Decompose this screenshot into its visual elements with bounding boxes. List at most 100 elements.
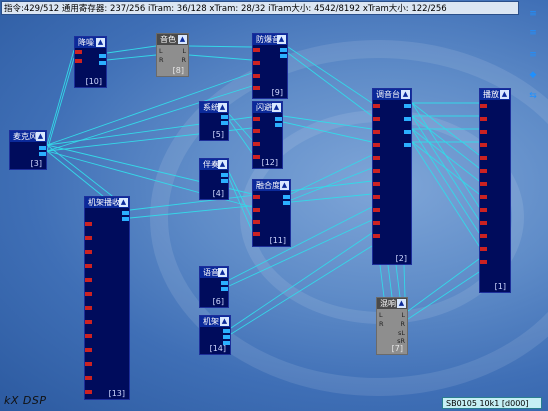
input-pin[interactable] (85, 362, 92, 366)
collapse-arrow-icon[interactable]: ▲ (500, 90, 509, 99)
input-pin[interactable] (480, 130, 487, 134)
input-pin[interactable] (373, 169, 380, 173)
input-pin[interactable] (373, 156, 380, 160)
input-pin[interactable] (253, 155, 260, 159)
collapse-arrow-icon[interactable]: ▲ (178, 35, 187, 44)
module-blend[interactable]: 融合度 ▲ [11] (252, 179, 291, 247)
output-pin[interactable] (280, 54, 287, 58)
input-pin[interactable] (253, 117, 260, 121)
input-pin[interactable] (480, 208, 487, 212)
output-pin[interactable] (404, 130, 411, 134)
output-pin[interactable] (122, 217, 129, 221)
collapse-arrow-icon[interactable]: ▲ (401, 90, 410, 99)
input-pin[interactable] (480, 234, 487, 238)
output-pin[interactable] (221, 121, 228, 125)
output-pin[interactable] (404, 143, 411, 147)
module-playback[interactable]: 播放 ▲ [1] (479, 88, 511, 293)
collapse-arrow-icon[interactable]: ▲ (277, 35, 286, 44)
input-pin[interactable] (373, 195, 380, 199)
output-pin[interactable] (122, 211, 129, 215)
input-pin[interactable] (373, 130, 380, 134)
input-pin[interactable] (253, 232, 260, 236)
input-pin[interactable] (85, 320, 92, 324)
input-pin[interactable] (373, 221, 380, 225)
input-pin[interactable] (480, 247, 487, 251)
module-clip[interactable]: 防爆音 ▲ [9] (252, 33, 288, 99)
module-system[interactable]: 系统 ▲ [5] (199, 101, 229, 141)
input-pin[interactable] (480, 104, 487, 108)
input-pin[interactable] (253, 195, 260, 199)
input-pin[interactable] (373, 104, 380, 108)
collapse-arrow-icon[interactable]: ▲ (218, 268, 227, 277)
input-pin[interactable] (480, 260, 487, 264)
collapse-arrow-icon[interactable]: ▲ (119, 198, 128, 207)
input-pin[interactable] (85, 250, 92, 254)
output-pin[interactable] (39, 146, 46, 150)
output-pin[interactable] (221, 173, 228, 177)
input-pin[interactable] (85, 278, 92, 282)
input-pin[interactable] (480, 182, 487, 186)
input-pin[interactable] (253, 220, 260, 224)
output-pin[interactable] (280, 48, 287, 52)
module-machine[interactable]: 机架 ▲ [14] (199, 315, 231, 355)
input-pin[interactable] (85, 376, 92, 380)
input-pin[interactable] (253, 129, 260, 133)
collapse-arrow-icon[interactable]: ▲ (218, 160, 227, 169)
output-pin[interactable] (404, 104, 411, 108)
collapse-arrow-icon[interactable]: ▲ (397, 299, 406, 308)
input-pin[interactable] (85, 222, 92, 226)
input-pin[interactable] (253, 142, 260, 146)
module-mixer[interactable]: 调音台 ▲ [2] (372, 88, 412, 265)
module-accompaniment[interactable]: 伴奏 ▲ [4] (199, 158, 229, 200)
collapse-arrow-icon[interactable]: ▲ (96, 38, 105, 47)
collapse-arrow-icon[interactable]: ▲ (220, 317, 229, 326)
output-pin[interactable] (283, 201, 290, 205)
input-pin[interactable] (373, 117, 380, 121)
module-reverb[interactable]: 混响 ▲ L L R R sL sR [7] (376, 297, 408, 355)
output-pin[interactable] (223, 329, 230, 333)
input-pin[interactable] (373, 208, 380, 212)
input-pin[interactable] (85, 348, 92, 352)
input-pin[interactable] (253, 74, 260, 78)
input-pin[interactable] (480, 169, 487, 173)
module-voice[interactable]: 语音 ▲ [6] (199, 266, 229, 308)
output-pin[interactable] (283, 195, 290, 199)
output-pin[interactable] (99, 61, 106, 65)
module-flash[interactable]: 闪避 ▲ [12] (252, 101, 283, 169)
collapse-arrow-icon[interactable]: ▲ (218, 103, 227, 112)
input-pin[interactable] (373, 143, 380, 147)
input-pin[interactable] (480, 117, 487, 121)
input-pin[interactable] (480, 195, 487, 199)
output-pin[interactable] (39, 152, 46, 156)
output-pin[interactable] (404, 117, 411, 121)
module-mic[interactable]: 麦克风 ▲ [3] (9, 130, 47, 170)
input-pin[interactable] (85, 334, 92, 338)
input-pin[interactable] (480, 156, 487, 160)
output-pin[interactable] (221, 115, 228, 119)
collapse-arrow-icon[interactable]: ▲ (36, 132, 45, 141)
module-noise[interactable]: 降噪 ▲ [10] (74, 36, 107, 88)
output-pin[interactable] (275, 117, 282, 121)
input-pin[interactable] (85, 390, 92, 394)
input-pin[interactable] (253, 61, 260, 65)
input-pin[interactable] (75, 59, 82, 63)
output-pin[interactable] (99, 54, 106, 58)
output-pin[interactable] (221, 281, 228, 285)
input-pin[interactable] (373, 182, 380, 186)
input-pin[interactable] (253, 48, 260, 52)
input-pin[interactable] (480, 221, 487, 225)
module-tone[interactable]: 音色 ▲ L L R R [8] (156, 33, 189, 77)
input-pin[interactable] (253, 86, 260, 90)
output-pin[interactable] (221, 179, 228, 183)
input-pin[interactable] (480, 143, 487, 147)
output-pin[interactable] (223, 335, 230, 339)
input-pin[interactable] (253, 208, 260, 212)
input-pin[interactable] (75, 50, 82, 54)
module-rack-send[interactable]: 机架播收 ▲ [13] (84, 196, 130, 400)
collapse-arrow-icon[interactable]: ▲ (280, 181, 289, 190)
input-pin[interactable] (85, 292, 92, 296)
collapse-arrow-icon[interactable]: ▲ (272, 103, 281, 112)
output-pin[interactable] (275, 123, 282, 127)
input-pin[interactable] (85, 264, 92, 268)
input-pin[interactable] (85, 306, 92, 310)
